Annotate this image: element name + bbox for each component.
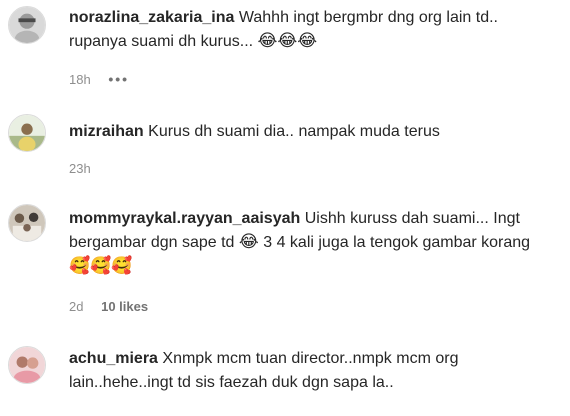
- avatar[interactable]: [8, 114, 46, 152]
- avatar-photo-icon: [9, 115, 45, 151]
- comment-timestamp: 18h: [69, 72, 91, 87]
- comment-text: 3 4 kali juga la tengok gambar korang: [263, 234, 531, 251]
- avatar[interactable]: [8, 204, 46, 242]
- avatar-photo-icon: [9, 347, 45, 383]
- laughing-emoji-icon: 😂: [238, 232, 259, 252]
- avatar-photo-icon: [9, 7, 45, 43]
- comment-username[interactable]: mommyraykal.rayyan_aaisyah: [69, 210, 300, 227]
- avatar[interactable]: [8, 346, 46, 384]
- laughing-emoji-icon: 😂😂😂: [257, 31, 318, 51]
- smiling-hearts-emoji-icon: 🥰🥰🥰: [69, 256, 133, 276]
- comment-username[interactable]: achu_miera: [69, 350, 158, 367]
- comment-text: Kurus dh suami dia.. nampak muda terus: [148, 123, 440, 140]
- comment-timestamp: 2d: [69, 299, 84, 314]
- comment-timestamp: 23h: [69, 161, 91, 176]
- comment-username[interactable]: mizraihan: [69, 123, 144, 140]
- more-options-icon[interactable]: •••: [108, 71, 129, 87]
- avatar-photo-icon: [9, 205, 45, 241]
- likes-count[interactable]: 10 likes: [101, 299, 148, 314]
- comment-thread: norazlina_zakaria_ina Wahhh ingt bergmbr…: [0, 0, 570, 416]
- avatar[interactable]: [8, 6, 46, 44]
- comment-username[interactable]: norazlina_zakaria_ina: [69, 9, 234, 26]
